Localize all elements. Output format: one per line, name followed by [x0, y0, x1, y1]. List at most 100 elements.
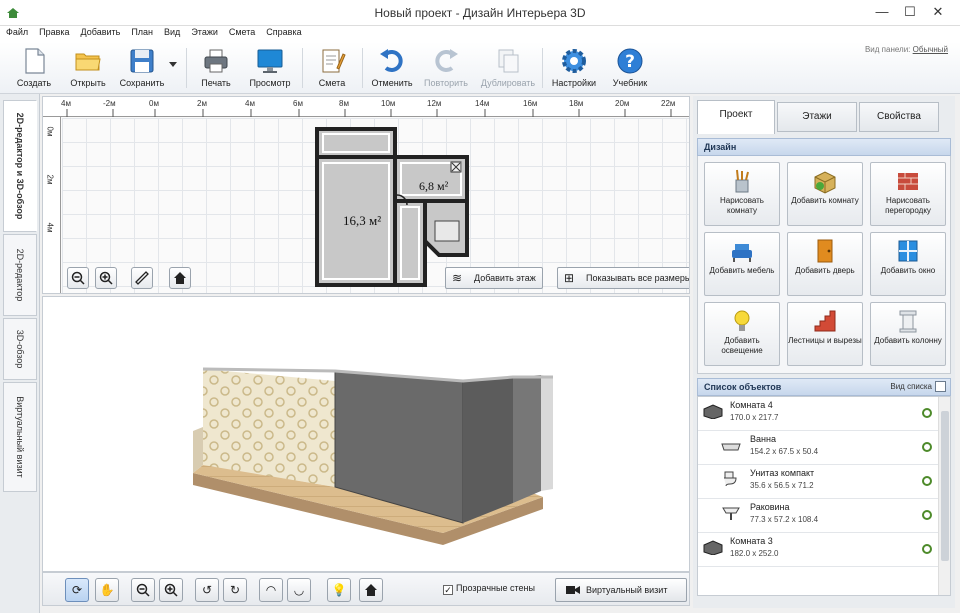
- tilt-down-button[interactable]: ◡: [287, 578, 311, 602]
- save-dropdown-button[interactable]: [166, 44, 180, 92]
- redo-arrow-icon: [435, 49, 458, 72]
- home-icon: [174, 272, 186, 284]
- tab-2d-and-3d[interactable]: 2D-редактор и 3D-обзор: [3, 100, 37, 232]
- show-all-sizes-button[interactable]: ⊞ Показывать все размеры: [557, 267, 689, 289]
- undo-arrow-icon: [380, 49, 403, 72]
- checkbox-check-icon[interactable]: ✓: [443, 585, 453, 595]
- visibility-eye-icon[interactable]: [922, 544, 932, 554]
- tab-properties[interactable]: Свойства: [859, 102, 939, 132]
- chevron-down-icon: [169, 62, 177, 67]
- tab-3d-view[interactable]: 3D-обзор: [3, 318, 37, 380]
- menu-file[interactable]: Файл: [0, 26, 33, 37]
- scrollbar-thumb[interactable]: [941, 411, 949, 561]
- menu-view[interactable]: Вид: [158, 26, 185, 37]
- list-item-bathtub[interactable]: Ванна 154.2 x 67.5 x 50.4: [698, 431, 938, 465]
- zoom-in-icon: [99, 271, 113, 285]
- virtual-visit-button[interactable]: Виртуальный визит: [555, 578, 687, 602]
- zoom-out-icon: [71, 271, 85, 285]
- add-furniture-button[interactable]: Добавить мебель: [704, 232, 780, 296]
- tab-virtual-visit[interactable]: Виртуальный визит: [3, 382, 37, 492]
- visibility-eye-icon[interactable]: [922, 442, 932, 452]
- draw-partition-button[interactable]: Нарисовать перегородку: [870, 162, 946, 226]
- undo-button[interactable]: Отменить: [366, 44, 418, 92]
- add-room-button[interactable]: Добавить комнату: [787, 162, 863, 226]
- rotate-right-button[interactable]: ↻: [223, 578, 247, 602]
- light-bulb-icon: 💡: [331, 583, 347, 597]
- hand-icon: ✋: [99, 583, 115, 597]
- zoom-in-3d-button[interactable]: [159, 578, 183, 602]
- objects-list[interactable]: Комната 4 170.0 x 217.7 Ванна 154.2 x 67…: [697, 396, 951, 596]
- create-button[interactable]: Создать: [8, 44, 60, 92]
- door-icon: [817, 239, 833, 263]
- duplicate-button[interactable]: Дублировать: [478, 44, 538, 92]
- room-icon: [703, 540, 723, 555]
- title-bar: Новый проект - Дизайн Интерьера 3D — ☐ ✕: [0, 0, 960, 26]
- tab-floors[interactable]: Этажи: [777, 102, 857, 132]
- stairs-cutouts-button[interactable]: Лестницы и вырезы: [787, 302, 863, 366]
- close-button[interactable]: ✕: [926, 3, 950, 21]
- add-floor-button[interactable]: ≋ Добавить этаж: [445, 267, 543, 289]
- redo-button[interactable]: Повторить: [420, 44, 472, 92]
- dimensions-icon: ⊞: [564, 271, 575, 285]
- objects-scrollbar[interactable]: [938, 397, 950, 595]
- menu-plan[interactable]: План: [125, 26, 158, 37]
- visibility-eye-icon[interactable]: [922, 510, 932, 520]
- layers-icon: ≋: [452, 271, 463, 285]
- tutorial-button[interactable]: ? Учебник: [604, 44, 656, 92]
- tilt-up-button[interactable]: ◠: [259, 578, 283, 602]
- rotate-left-button[interactable]: ↺: [195, 578, 219, 602]
- zoom-out-button[interactable]: [67, 267, 89, 289]
- maximize-button[interactable]: ☐: [898, 3, 922, 21]
- svg-text:?: ?: [625, 52, 635, 72]
- pan-hand-button[interactable]: ✋: [95, 578, 119, 602]
- measure-button[interactable]: [131, 267, 153, 289]
- gear-icon: [562, 49, 586, 73]
- preview-button[interactable]: Просмотр: [244, 44, 296, 92]
- list-item-room-4[interactable]: Комната 4 170.0 x 217.7: [698, 397, 938, 431]
- menu-help[interactable]: Справка: [260, 26, 306, 37]
- room-area-label: 6,8 м²: [419, 179, 449, 193]
- plan-2d-editor[interactable]: 4м -2м 0м 2м 4м 6м 8м 10м 12м 14м 16м 18…: [42, 96, 690, 294]
- transparent-walls-checkbox[interactable]: ✓ Прозрачные стены: [443, 583, 535, 595]
- menu-bar: Файл Правка Добавить План Вид Этажи Смет…: [0, 26, 960, 42]
- armchair-icon: [732, 244, 752, 262]
- rotate-360-button[interactable]: ⟳: [65, 578, 89, 602]
- add-column-button[interactable]: Добавить колонну: [870, 302, 946, 366]
- room-3d-render[interactable]: [43, 297, 690, 572]
- home-3d-button[interactable]: [359, 578, 383, 602]
- view-mode-tabs: 2D-редактор и 3D-обзор 2D-редактор 3D-об…: [0, 94, 40, 613]
- lighting-button[interactable]: 💡: [327, 578, 351, 602]
- add-door-button[interactable]: Добавить дверь: [787, 232, 863, 296]
- zoom-in-button[interactable]: [95, 267, 117, 289]
- visibility-eye-icon[interactable]: [922, 408, 932, 418]
- list-view-icon[interactable]: [935, 381, 946, 392]
- list-item-toilet[interactable]: Унитаз компакт 35.6 x 56.5 x 71.2: [698, 465, 938, 499]
- add-window-button[interactable]: Добавить окно: [870, 232, 946, 296]
- zoom-out-3d-button[interactable]: [131, 578, 155, 602]
- sink-icon: [722, 507, 740, 520]
- minimize-button[interactable]: —: [870, 3, 894, 21]
- menu-floors[interactable]: Этажи: [185, 26, 223, 37]
- list-item-room-3[interactable]: Комната 3 182.0 x 252.0: [698, 533, 938, 567]
- tab-project[interactable]: Проект: [697, 100, 775, 134]
- estimate-button[interactable]: Смета: [306, 44, 358, 92]
- draw-room-button[interactable]: Нарисовать комнату: [704, 162, 780, 226]
- list-view-toggle[interactable]: Вид списка: [890, 379, 932, 395]
- home-view-button[interactable]: [169, 267, 191, 289]
- visibility-eye-icon[interactable]: [922, 476, 932, 486]
- menu-add[interactable]: Добавить: [75, 26, 126, 37]
- menu-estimate[interactable]: Смета: [223, 26, 260, 37]
- ruler-icon: [135, 271, 149, 285]
- tab-2d-editor[interactable]: 2D-редактор: [3, 234, 37, 316]
- design-actions-grid: Нарисовать комнату Добавить комнату Нари…: [697, 156, 951, 374]
- settings-button[interactable]: Настройки: [548, 44, 600, 92]
- list-item-sink[interactable]: Раковина 77.3 x 57.2 x 108.4: [698, 499, 938, 533]
- view-3d[interactable]: [42, 296, 690, 572]
- panel-view-link[interactable]: Обычный: [913, 45, 948, 54]
- open-button[interactable]: Открыть: [62, 44, 114, 92]
- print-button[interactable]: Печать: [190, 44, 242, 92]
- room-area-label: 16,3 м²: [343, 213, 382, 228]
- menu-edit[interactable]: Правка: [33, 26, 74, 37]
- save-button[interactable]: Сохранить: [116, 44, 168, 92]
- add-lighting-button[interactable]: Добавить освещение: [704, 302, 780, 366]
